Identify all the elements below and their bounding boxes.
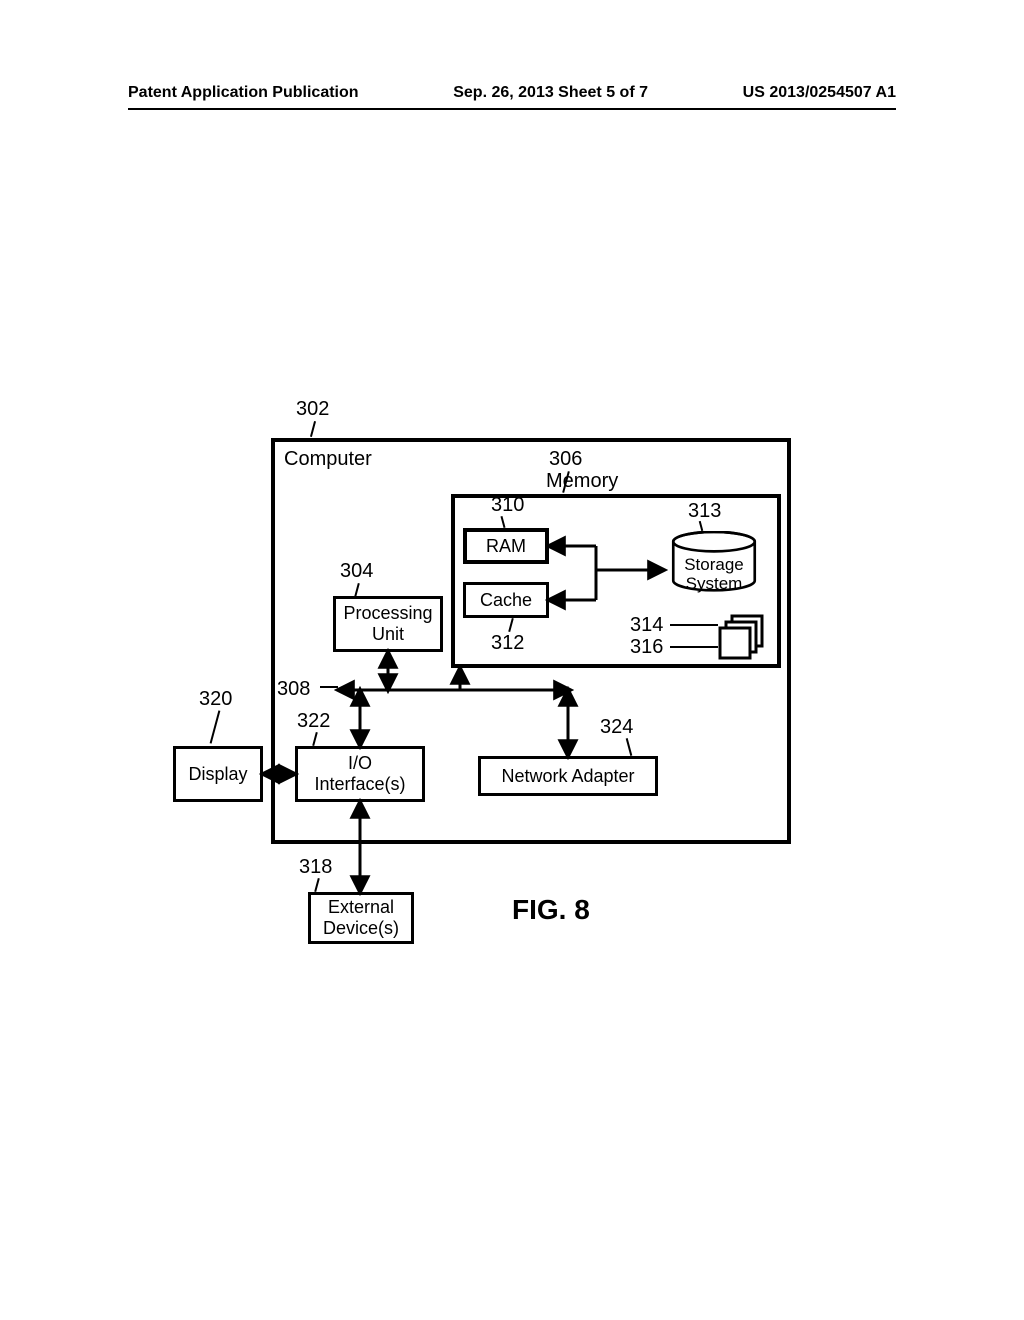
ref-316: 316 [630,636,663,659]
ref-312: 312 [491,632,524,655]
computer-label: Computer [284,448,372,471]
ref-320: 320 [199,688,232,711]
ref-308: 308 [277,678,310,701]
ref-318: 318 [299,856,332,879]
documents-icon [718,614,768,660]
ref-313: 313 [688,500,721,523]
processing-unit-label: Processing Unit [343,603,432,644]
ref-324: 324 [600,716,633,739]
tick-316 [670,646,718,648]
storage-system-label: Storage System [678,556,750,593]
tick-318 [314,878,320,892]
tick-302 [310,421,316,437]
figure-label: FIG. 8 [512,894,590,926]
ref-302: 302 [296,398,329,421]
ref-306: 306 [549,448,582,471]
ram-label: RAM [486,536,526,557]
ref-304: 304 [340,560,373,583]
tick-314 [670,624,718,626]
ref-310: 310 [491,494,524,517]
display-block: Display [173,746,263,802]
io-interfaces-label: I/O Interface(s) [314,753,405,794]
memory-label: Memory [546,470,618,493]
cache-block: Cache [463,582,549,618]
network-adapter-label: Network Adapter [501,766,634,787]
cache-label: Cache [480,590,532,611]
ref-322: 322 [297,710,330,733]
network-adapter-block: Network Adapter [478,756,658,796]
ram-block: RAM [463,528,549,564]
tick-308 [320,686,338,688]
io-interfaces-block: I/O Interface(s) [295,746,425,802]
external-devices-label: External Device(s) [323,897,399,938]
ref-314: 314 [630,614,663,637]
processing-unit-block: Processing Unit [333,596,443,652]
diagram-canvas: Computer Memory RAM Cache Processing Uni… [0,0,1024,1320]
tick-320 [210,710,221,743]
external-devices-block: External Device(s) [308,892,414,944]
display-label: Display [188,764,247,785]
